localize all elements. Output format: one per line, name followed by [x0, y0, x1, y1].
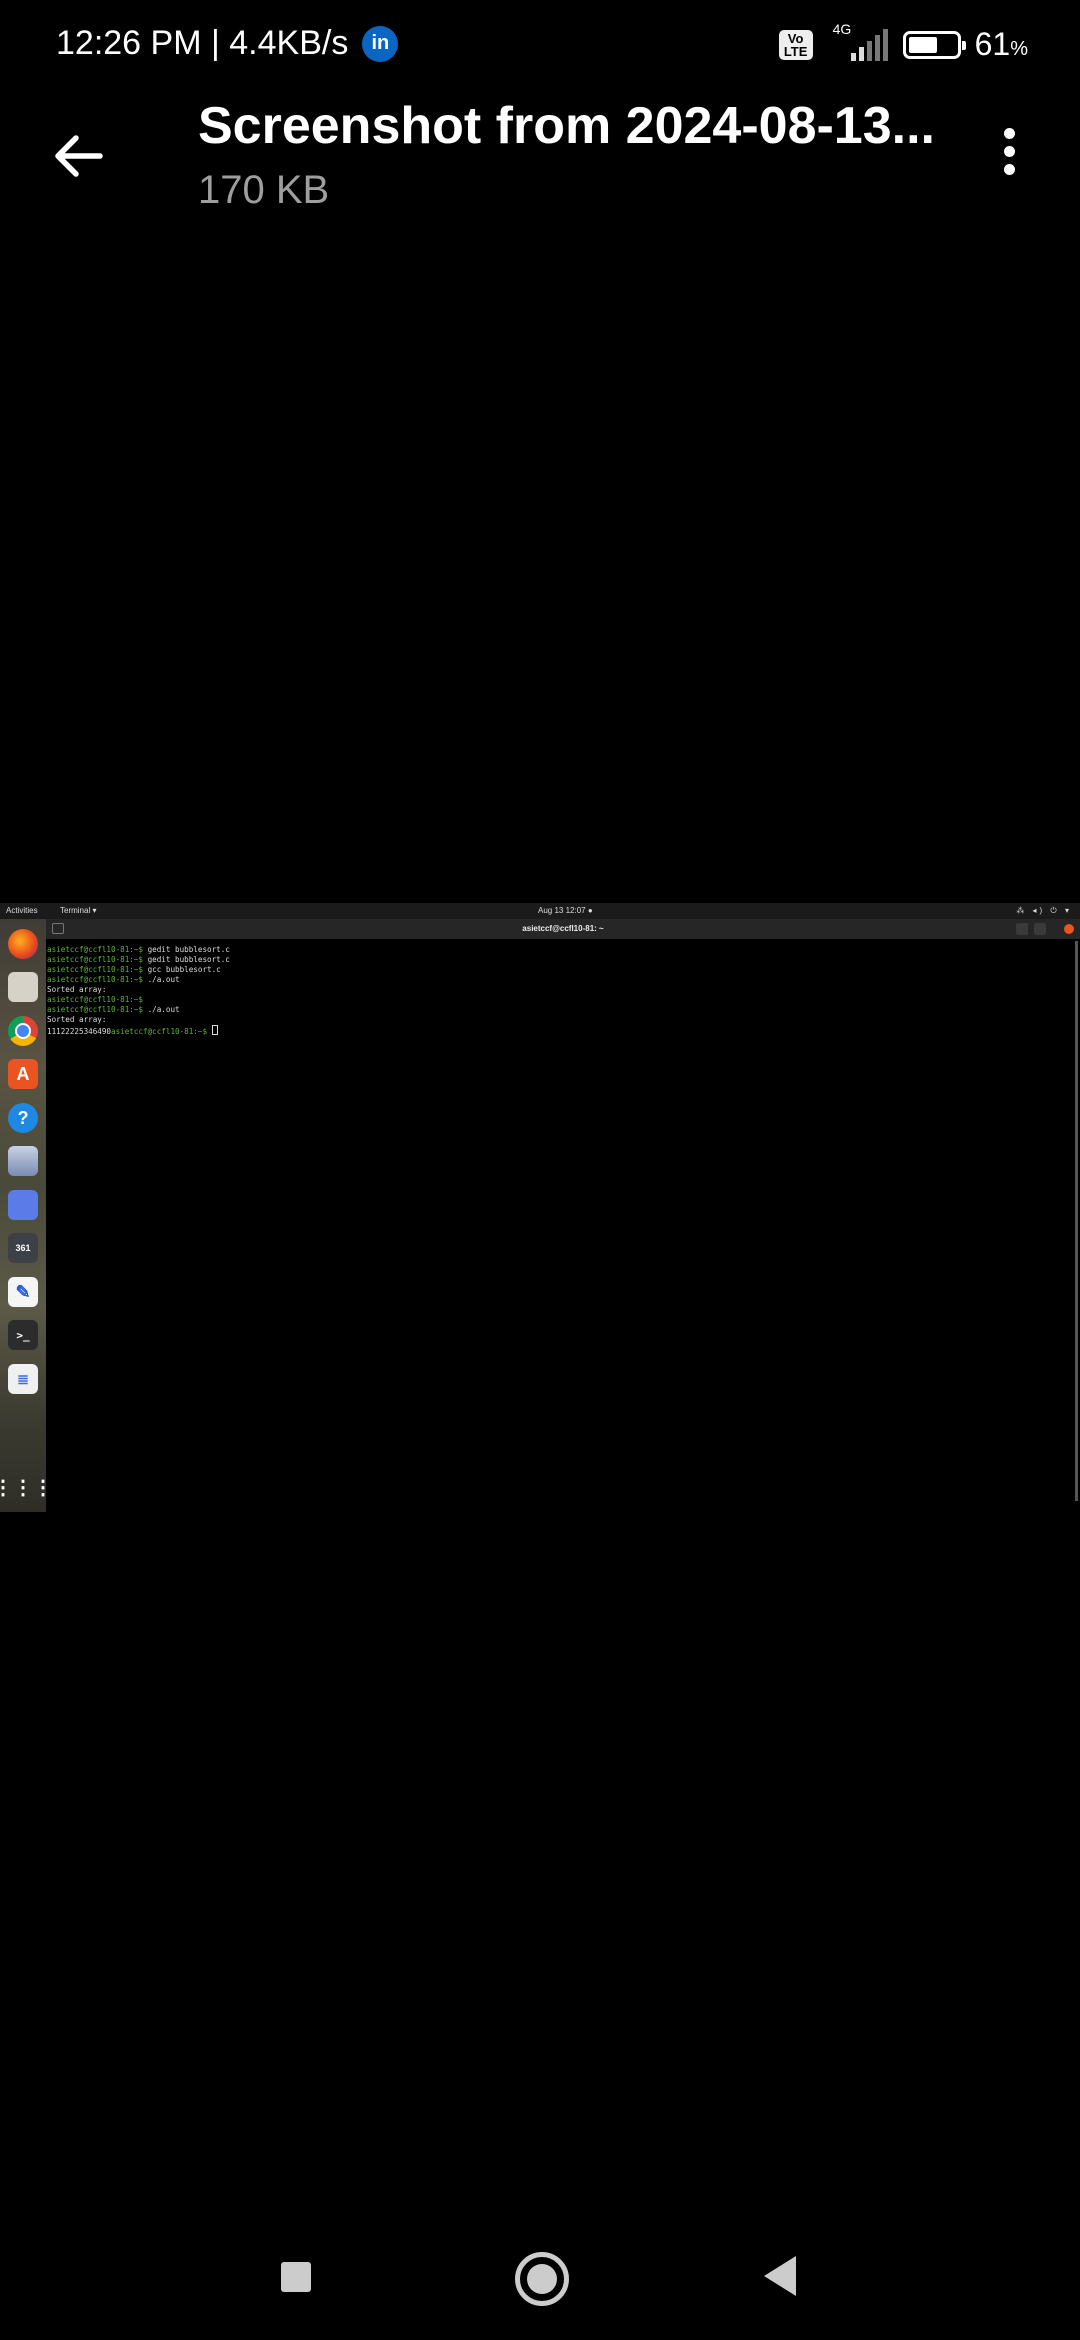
terminal-line: asietccf@ccfl10-81:~$ ./a.out [47, 1005, 230, 1015]
back-button[interactable] [50, 126, 110, 186]
terminal-title: asietccf@ccfl10-81: ~ [522, 924, 604, 933]
app-center-icon: A [8, 1059, 38, 1089]
status-bar: 12:26 PM | 4.4KB/s in Vo LTE 4G 61% [0, 0, 1080, 96]
files-icon [8, 972, 38, 1002]
database-icon [8, 1146, 38, 1176]
signal-icon: 4G [827, 21, 889, 63]
terminal-text: gedit bubblesort.c [143, 945, 230, 954]
file-title: Screenshot from 2024-08-13... [198, 97, 935, 155]
status-right: Vo LTE 4G 61% [778, 21, 1028, 63]
nav-back-icon[interactable] [764, 2256, 796, 2296]
terminal-text: ./a.out [143, 1005, 180, 1014]
terminal-output: asietccf@ccfl10-81:~$ gedit bubblesort.c… [47, 945, 230, 1037]
menu-icon [1034, 923, 1046, 935]
screenshot-icon [8, 1190, 38, 1220]
battery-fill [908, 36, 937, 53]
terminal-text: Sorted array: [47, 985, 107, 994]
terminal-line: asietccf@ccfl10-81:~$ gcc bubblesort.c [47, 965, 230, 975]
network-type: 4G [832, 20, 852, 37]
terminal-cursor [211, 1025, 218, 1035]
arrow-left-icon [55, 135, 103, 177]
screenshot-image[interactable]: Activities Terminal ▾ Aug 13 12:07 ● ⁂ ◂… [0, 903, 1080, 1512]
chrome-icon [8, 1016, 38, 1046]
terminal-line: asietccf@ccfl10-81:~$ [47, 995, 230, 1005]
terminal-scrollbar [1075, 941, 1078, 1501]
android-nav-bar [0, 2220, 1080, 2340]
terminal-prompt: asietccf@ccfl10-81:~$ [47, 1005, 144, 1014]
terminal-line: Sorted array: [47, 1015, 230, 1025]
document-viewer-icon: ≣ [8, 1364, 38, 1394]
close-icon [1064, 924, 1074, 934]
more-vertical-icon [1004, 128, 1015, 139]
help-icon: ? [8, 1103, 38, 1133]
app-menu-label: Terminal ▾ [60, 906, 97, 915]
terminal-line: Sorted array: [47, 985, 230, 995]
terminal-window: asietccf@ccfl10-81: ~ asietccf@ccfl10-81… [46, 919, 1080, 1512]
terminal-text: Sorted array: [47, 1015, 107, 1024]
terminal-text: gcc bubblesort.c [143, 965, 221, 974]
activities-label: Activities [6, 906, 38, 915]
ubuntu-dock: A ? 361 ✎ >_ ≣ ⋮⋮⋮ [0, 919, 53, 1512]
terminal-line: asietccf@ccfl10-81:~$ ./a.out [47, 975, 230, 985]
terminal-text: ./a.out [143, 975, 180, 984]
system-tray: ⁂ ◂) ⏻ ▾ [1016, 906, 1072, 915]
status-left: 12:26 PM | 4.4KB/s in [56, 24, 399, 63]
terminal-prompt: asietccf@ccfl10-81:~$ [47, 945, 144, 954]
terminal-line: asietccf@ccfl10-81:~$ gedit bubblesort.c [47, 955, 230, 965]
terminal-icon: >_ [8, 1320, 38, 1350]
terminal-text: 11122225346490 [47, 1027, 112, 1036]
recent-apps-icon[interactable] [281, 2262, 311, 2292]
terminal-prompt: asietccf@ccfl10-81:~$ [47, 975, 144, 984]
app-grid-icon: ⋮⋮⋮ [0, 1476, 53, 1499]
terminal-prompt: asietccf@ccfl10-81:~$ [47, 995, 144, 1004]
file-size: 170 KB [198, 168, 330, 212]
terminal-line: 11122225346490asietccf@ccfl10-81:~$ [47, 1025, 230, 1037]
firefox-icon [8, 929, 38, 959]
battery-percent: 61% [974, 26, 1028, 62]
terminal-header: asietccf@ccfl10-81: ~ [46, 919, 1080, 939]
terminal-tile-icon: 361 [8, 1233, 38, 1263]
clock-label: Aug 13 12:07 ● [538, 906, 593, 915]
linkedin-notification-icon: in [362, 25, 399, 62]
terminal-line: asietccf@ccfl10-81:~$ gedit bubblesort.c [47, 945, 230, 955]
battery-icon [902, 30, 966, 59]
ubuntu-top-bar: Activities Terminal ▾ Aug 13 12:07 ● ⁂ ◂… [0, 903, 1080, 919]
volte-icon: Vo LTE [778, 29, 813, 60]
terminal-prompt: asietccf@ccfl10-81:~$ [47, 955, 144, 964]
text-editor-icon: ✎ [8, 1277, 38, 1307]
terminal-prompt: asietccf@ccfl10-81:~$ [111, 1027, 212, 1036]
terminal-prompt: asietccf@ccfl10-81:~$ [47, 965, 144, 974]
more-options-button[interactable] [1004, 128, 1016, 178]
terminal-text: gedit bubblesort.c [143, 955, 230, 964]
search-icon [1016, 923, 1028, 935]
home-icon[interactable] [515, 2252, 569, 2306]
time-and-speed: 12:26 PM | 4.4KB/s [56, 24, 349, 62]
